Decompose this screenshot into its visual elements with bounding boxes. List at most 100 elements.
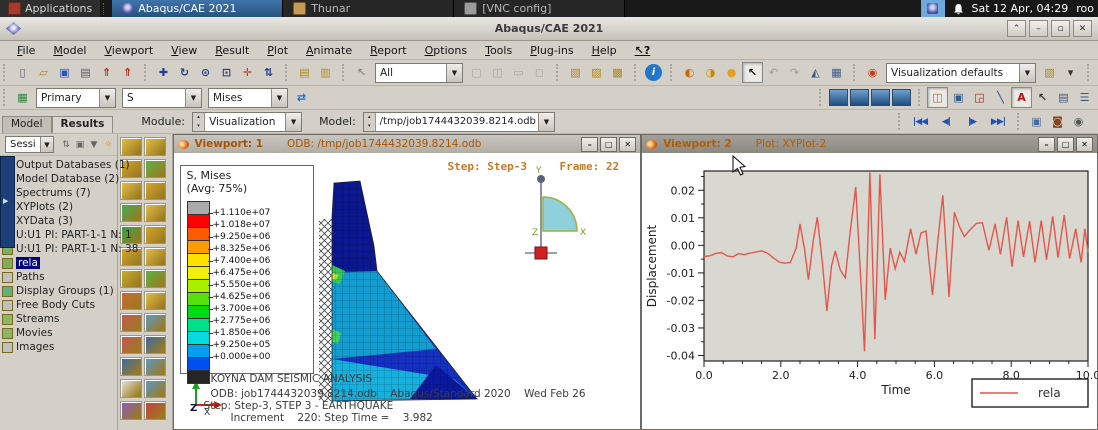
open-file-icon[interactable]: ▱ xyxy=(33,62,54,83)
field-variable-combo[interactable]: S ▼ xyxy=(122,88,202,108)
viewport-1[interactable]: Viewport: 1 ODB: /tmp/job1744432039.8214… xyxy=(173,134,642,430)
new-file-icon[interactable]: ▯ xyxy=(12,62,33,83)
tree-item-streams[interactable]: Streams xyxy=(2,312,117,326)
view-compass[interactable]: Y X Z xyxy=(525,166,586,259)
tree-item-spectrums-7-[interactable]: Spectrums (7) xyxy=(2,186,117,200)
auto-fit-icon[interactable]: ✛ xyxy=(237,62,258,83)
allow-multiple-states-icon[interactable] xyxy=(120,269,142,288)
snapshot-clipboard-icon[interactable]: ▣ xyxy=(1026,111,1047,132)
highlight-icon[interactable]: ● xyxy=(721,62,742,83)
viewport1-close-button[interactable]: ✕ xyxy=(619,137,636,152)
viewport2-maximize-button[interactable]: □ xyxy=(1057,137,1074,152)
xy-options-icon[interactable] xyxy=(144,335,166,354)
menu-viewport[interactable]: Viewport xyxy=(95,43,162,58)
window-minimize-button[interactable]: – xyxy=(1029,20,1048,37)
path-create-icon[interactable] xyxy=(120,357,142,376)
tray-abaqus-icon[interactable] xyxy=(921,0,945,17)
model-combo[interactable]: ▴▾ /tmp/job1744432039.8214.odb ▼ xyxy=(363,112,555,132)
render-shell-thickness-icon[interactable]: ▥ xyxy=(315,62,336,83)
print-pdf-camera-icon[interactable]: ◙ xyxy=(1047,111,1068,132)
contour-options-mini-icon[interactable] xyxy=(144,159,166,178)
task-button-thunar[interactable]: Thunar xyxy=(283,0,454,17)
viewport1-canvas[interactable]: Y X Z Z X Y xyxy=(174,153,641,429)
color-mappings-combo[interactable]: Visualization defaults ▼ xyxy=(886,63,1036,83)
viewport-decorations-icon[interactable]: ◫ xyxy=(927,87,948,108)
tree-item-rela[interactable]: rela xyxy=(2,256,117,270)
path-manager-icon[interactable] xyxy=(144,357,166,376)
bell-icon[interactable] xyxy=(953,3,964,15)
field-sync-icon[interactable]: ⇄ xyxy=(291,87,312,108)
print-icon[interactable]: ▤ xyxy=(75,62,96,83)
annotation-manager-icon[interactable]: ▤ xyxy=(1053,87,1074,108)
probe-xy-icon[interactable] xyxy=(120,401,142,420)
state-options-icon[interactable] xyxy=(144,269,166,288)
curve-icon[interactable] xyxy=(144,401,166,420)
tree-filter-icon[interactable]: ▼ xyxy=(87,140,101,150)
model-spinner[interactable]: ▴▾ xyxy=(364,113,376,131)
render-hidden-icon[interactable]: ▨ xyxy=(586,62,607,83)
menu-file[interactable]: File xyxy=(8,43,44,58)
selection-filter-combo-arrow[interactable]: ▼ xyxy=(446,64,462,82)
menu-view[interactable]: View xyxy=(162,43,206,58)
select-cursor-icon[interactable]: ↖ xyxy=(351,62,372,83)
plot-undeformed-icon[interactable] xyxy=(120,137,142,156)
menu-model[interactable]: Model xyxy=(44,43,95,58)
xy-plot-icon[interactable] xyxy=(144,313,166,332)
plot-deformed-icon[interactable] xyxy=(144,137,166,156)
zoom-box-icon[interactable]: ⊡ xyxy=(216,62,237,83)
anim2-play-icon[interactable]: |▶ xyxy=(959,111,985,132)
tree-item-model-database-2-[interactable]: Model Database (2) xyxy=(2,172,117,186)
tree-root-dropdown-arrow[interactable]: ▼ xyxy=(40,137,53,152)
tree-root-combo[interactable]: Sessi ▼ xyxy=(5,136,54,153)
tree-item-paths[interactable]: Paths xyxy=(2,270,117,284)
field-variable-combo-arrow[interactable]: ▼ xyxy=(185,89,201,107)
viewport-cascade-icon[interactable] xyxy=(891,87,912,108)
tree-lightbulb-icon[interactable]: ☼ xyxy=(101,140,115,150)
tree-item-display-groups-1-[interactable]: Display Groups (1) xyxy=(2,284,117,298)
menu-plugins[interactable]: Plug-ins xyxy=(521,43,582,58)
field-output-icon[interactable]: ▦ xyxy=(12,87,33,108)
tree-item-movies[interactable]: Movies xyxy=(2,326,117,340)
anim2-prev-icon[interactable]: ◀| xyxy=(933,111,959,132)
viewport2-titlebar[interactable]: Viewport: 2 Plot: XYPlot-2 – □ ✕ xyxy=(642,135,1097,153)
window-maximize-button[interactable]: ▫ xyxy=(1051,20,1070,37)
menu-help[interactable]: Help xyxy=(583,43,626,58)
table-options-icon[interactable] xyxy=(144,379,166,398)
anim2-first-icon[interactable]: |◀◀ xyxy=(907,111,933,132)
tab-model[interactable]: Model xyxy=(2,116,52,133)
selection-clear-icon[interactable]: ◻ xyxy=(529,62,550,83)
tab-results[interactable]: Results xyxy=(52,116,114,133)
module-combo[interactable]: ▴▾ Visualization ▼ xyxy=(192,112,302,132)
viewport-tile-horizontal-icon[interactable] xyxy=(849,87,870,108)
tree-item-xyplots-2-[interactable]: XYPlots (2) xyxy=(2,200,117,214)
color-cube-icon[interactable]: ▧ xyxy=(1039,62,1060,83)
viewport2-close-button[interactable]: ✕ xyxy=(1076,137,1093,152)
contour-plot-icon[interactable] xyxy=(120,203,142,222)
viewport-background-icon[interactable]: ▣ xyxy=(948,87,969,108)
redo-icon[interactable]: ↷ xyxy=(784,62,805,83)
window-shade-button[interactable]: ⌃ xyxy=(1007,20,1026,37)
tree-item-images[interactable]: Images xyxy=(2,340,117,354)
render-wireframe-icon[interactable]: ▧ xyxy=(565,62,586,83)
viewport2-minimize-button[interactable]: – xyxy=(1038,137,1055,152)
symbol-plot-icon[interactable] xyxy=(144,203,166,222)
taskbar-clock[interactable]: Sat 12 Apr, 04:29 xyxy=(972,2,1069,15)
selection-edit-icon[interactable]: ▭ xyxy=(508,62,529,83)
module-spinner[interactable]: ▴▾ xyxy=(193,113,205,131)
rotate-icon[interactable]: ↻ xyxy=(174,62,195,83)
viewport1-minimize-button[interactable]: – xyxy=(581,137,598,152)
upload-file-icon[interactable]: ⇑ xyxy=(96,62,117,83)
menu-tools[interactable]: Tools xyxy=(476,43,521,58)
annotation-line-icon[interactable]: ╲ xyxy=(990,87,1011,108)
xy-data-manager-icon[interactable] xyxy=(120,335,142,354)
upload-model-icon[interactable]: ⇑ xyxy=(117,62,138,83)
field-position-combo[interactable]: Primary ▼ xyxy=(36,88,116,108)
camera-icon[interactable]: ◉ xyxy=(1068,111,1089,132)
report-options-icon[interactable] xyxy=(144,291,166,310)
menu-options[interactable]: Options xyxy=(416,43,476,58)
tree-item-output-databases-1-[interactable]: Output Databases (1) xyxy=(2,158,117,172)
spreadsheet-icon[interactable] xyxy=(120,379,142,398)
field-invariant-combo[interactable]: Mises ▼ xyxy=(208,88,288,108)
tree-item-free-body-cuts[interactable]: Free Body Cuts xyxy=(2,298,117,312)
tree-spin-icon[interactable]: ⇅ xyxy=(59,140,73,150)
